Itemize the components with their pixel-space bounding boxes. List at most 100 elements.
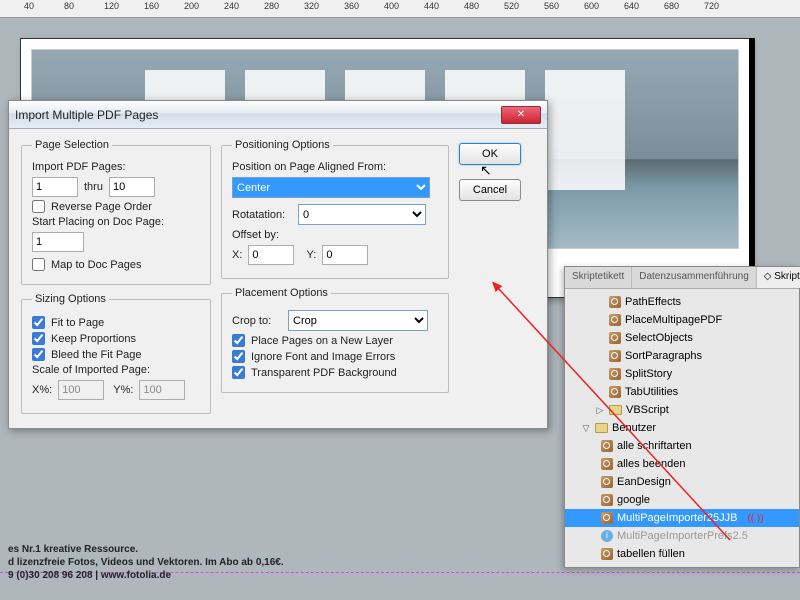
script-icon — [601, 476, 613, 488]
tree-item[interactable]: SelectObjects — [565, 329, 799, 347]
footer-line: 9 (0)30 208 96 208 | www.fotolia.de — [8, 569, 284, 582]
tree-item[interactable]: tabellen füllen — [565, 545, 799, 563]
start-page-input[interactable] — [32, 232, 84, 252]
script-icon — [601, 458, 613, 470]
tree-item[interactable]: MultiPageImporter25JJB(( )) — [565, 509, 799, 527]
tree-item-label: MultiPageImporter25JJB — [617, 512, 737, 524]
offset-y-input[interactable] — [322, 245, 368, 265]
crop-to-select[interactable]: Crop — [288, 310, 428, 331]
transparent-bg-checkbox[interactable] — [232, 366, 245, 379]
script-icon — [609, 350, 621, 362]
tree-item-label: TabUtilities — [625, 386, 678, 398]
reverse-order-checkbox[interactable] — [32, 200, 45, 213]
tree-item[interactable]: SortParagraphs — [565, 347, 799, 365]
tree-item[interactable]: TabUtilities — [565, 383, 799, 401]
tree-item-label: VBScript — [626, 404, 669, 416]
scale-x-input — [58, 380, 104, 400]
keep-proportions-checkbox[interactable] — [32, 332, 45, 345]
tree-item-label: SortParagraphs — [625, 350, 702, 362]
keep-proportions-label: Keep Proportions — [51, 333, 136, 345]
import-pages-label: Import PDF Pages: — [32, 161, 200, 173]
script-icon — [609, 296, 621, 308]
fit-to-page-label: Fit to Page — [51, 317, 104, 329]
bleed-fit-label: Bleed the Fit Page — [51, 349, 142, 361]
ignore-errors-checkbox[interactable] — [232, 350, 245, 363]
placement-group: Placement Options Crop to: Crop Place Pa… — [221, 287, 449, 393]
offset-label: Offset by: — [232, 229, 438, 241]
ok-button[interactable]: OK — [459, 143, 521, 165]
new-layer-checkbox[interactable] — [232, 334, 245, 347]
script-icon — [609, 332, 621, 344]
to-page-input[interactable] — [109, 177, 155, 197]
tree-item[interactable]: alle schriftarten — [565, 437, 799, 455]
script-icon — [609, 368, 621, 380]
tree-item-label: alles beenden — [617, 458, 686, 470]
tab-skripte[interactable]: ◇ Skripte — [757, 267, 800, 288]
new-layer-label: Place Pages on a New Layer — [251, 335, 393, 347]
tree-item[interactable]: SplitStory — [565, 365, 799, 383]
tab-datenzusammenfuehrung[interactable]: Datenzusammenführung — [632, 267, 757, 288]
group-legend: Positioning Options — [232, 139, 333, 151]
footer-line: d lizenzfreie Fotos, Videos und Vektoren… — [8, 556, 284, 569]
tree-item-label: MultiPageImporterPrefs2.5 — [617, 530, 748, 542]
script-icon — [601, 548, 613, 560]
start-page-label: Start Placing on Doc Page: — [32, 216, 200, 228]
folder-icon — [609, 405, 622, 415]
crop-to-label: Crop to: — [232, 315, 282, 327]
ignore-errors-label: Ignore Font and Image Errors — [251, 351, 395, 363]
rotation-select[interactable]: 0 — [298, 204, 426, 225]
close-button[interactable]: ✕ — [501, 106, 541, 124]
offset-x-input[interactable] — [248, 245, 294, 265]
align-label: Position on Page Aligned From: — [232, 161, 438, 173]
tree-item[interactable]: ▽Benutzer — [565, 419, 799, 437]
tree-item-label: EanDesign — [617, 476, 671, 488]
footer-text: es Nr.1 kreative Ressource. d lizenzfrei… — [8, 543, 284, 582]
tree-item[interactable]: ▷VBScript — [565, 401, 799, 419]
script-icon — [601, 494, 613, 506]
reverse-order-label: Reverse Page Order — [51, 201, 152, 213]
page-selection-group: Page Selection Import PDF Pages: thru Re… — [21, 139, 211, 285]
tab-skriptetikett[interactable]: Skriptetikett — [565, 267, 632, 288]
tree-item-label: PathEffects — [625, 296, 681, 308]
script-icon — [601, 440, 613, 452]
transparent-bg-label: Transparent PDF Background — [251, 367, 397, 379]
fit-to-page-checkbox[interactable] — [32, 316, 45, 329]
panel-tabs: Skriptetikett Datenzusammenführung ◇ Skr… — [565, 267, 799, 289]
tree-item[interactable]: alles beenden — [565, 455, 799, 473]
thru-label: thru — [84, 181, 103, 193]
tree-item[interactable]: PlaceMultipagePDF — [565, 311, 799, 329]
scale-y-input — [139, 380, 185, 400]
script-icon — [609, 386, 621, 398]
from-page-input[interactable] — [32, 177, 78, 197]
tree-item[interactable]: i MultiPageImporterPrefs2.5 — [565, 527, 799, 545]
map-pages-label: Map to Doc Pages — [51, 259, 142, 271]
info-icon: i — [601, 530, 613, 542]
folder-icon — [595, 423, 608, 433]
script-icon — [609, 314, 621, 326]
tree-item-label: Benutzer — [612, 422, 656, 434]
import-pdf-dialog: Import Multiple PDF Pages ✕ Page Selecti… — [8, 100, 548, 429]
tree-item[interactable]: google — [565, 491, 799, 509]
tree-item[interactable]: PathEffects — [565, 293, 799, 311]
group-legend: Placement Options — [232, 287, 331, 299]
dialog-title: Import Multiple PDF Pages — [15, 108, 501, 122]
bleed-fit-checkbox[interactable] — [32, 348, 45, 361]
script-tree[interactable]: PathEffects PlaceMultipagePDF SelectObject… — [565, 289, 799, 567]
tree-item-label: SplitStory — [625, 368, 672, 380]
cancel-button[interactable]: Cancel — [459, 179, 521, 201]
tree-item-label: SelectObjects — [625, 332, 693, 344]
dialog-titlebar[interactable]: Import Multiple PDF Pages ✕ — [9, 101, 547, 129]
script-icon — [601, 512, 613, 524]
align-select[interactable]: Center — [232, 177, 430, 198]
map-pages-checkbox[interactable] — [32, 258, 45, 271]
group-legend: Sizing Options — [32, 293, 109, 305]
tree-item[interactable]: EanDesign — [565, 473, 799, 491]
group-legend: Page Selection — [32, 139, 112, 151]
footer-line: es Nr.1 kreative Ressource. — [8, 543, 284, 556]
tree-item-label: alle schriftarten — [617, 440, 692, 452]
sizing-group: Sizing Options Fit to Page Keep Proporti… — [21, 293, 211, 414]
rotation-label: Rotatation: — [232, 209, 292, 221]
horizontal-ruler: 4080120160200240280320360400440480520560… — [0, 0, 800, 18]
tree-item-label: PlaceMultipagePDF — [625, 314, 722, 326]
scripts-panel: Skriptetikett Datenzusammenführung ◇ Skr… — [564, 266, 800, 568]
